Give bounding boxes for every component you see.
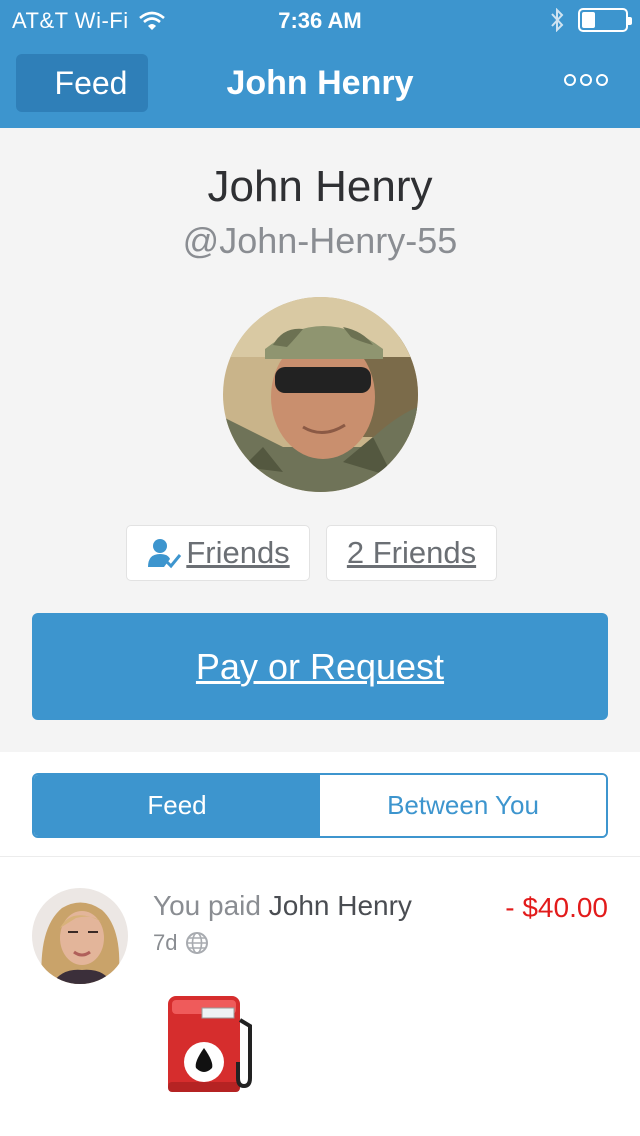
battery-level [582, 12, 595, 28]
divider [0, 856, 640, 857]
battery-icon [578, 8, 632, 32]
profile-header: John Henry @John-Henry-55 Friends 2 Frie… [0, 128, 640, 752]
profile-handle: @John-Henry-55 [182, 220, 458, 261]
story-time: 7d [153, 930, 178, 955]
status-time: 7:36 AM [278, 8, 362, 33]
fuel-pump-icon [164, 992, 260, 1096]
pay-or-request-button[interactable]: Pay or Request [32, 613, 608, 720]
more-icon[interactable] [564, 74, 608, 86]
back-button-label: Feed [54, 64, 128, 101]
story-avatar[interactable] [32, 888, 128, 984]
bluetooth-icon [551, 8, 564, 32]
tab-feed[interactable]: Feed [34, 775, 320, 836]
profile-name: John Henry [207, 162, 433, 211]
story-prefix: You paid [153, 890, 269, 921]
story-amount: - $40.00 [505, 892, 608, 923]
friend-count-label: 2 Friends [346, 535, 477, 570]
feed-tabs: Feed Between You [32, 773, 608, 838]
tab-between-you[interactable]: Between You [320, 775, 606, 836]
friend-status-label: Friends [186, 535, 290, 570]
top-bar: AT&T Wi-Fi 7:36 AM Feed John Henry [0, 0, 640, 128]
story-meta: 7d [153, 930, 209, 956]
friend-check-icon [148, 539, 182, 569]
profile-avatar [223, 297, 418, 492]
story-text: You paid John Henry [153, 890, 412, 922]
pay-or-request-label: Pay or Request [195, 645, 445, 687]
globe-icon [186, 932, 209, 954]
navigation-bar: Feed John Henry [0, 40, 640, 128]
story-target[interactable]: John Henry [269, 890, 412, 921]
status-bar: AT&T Wi-Fi 7:36 AM [0, 0, 640, 40]
friend-count-button[interactable]: 2 Friends [326, 525, 497, 581]
friend-status-button[interactable]: Friends [126, 525, 310, 581]
